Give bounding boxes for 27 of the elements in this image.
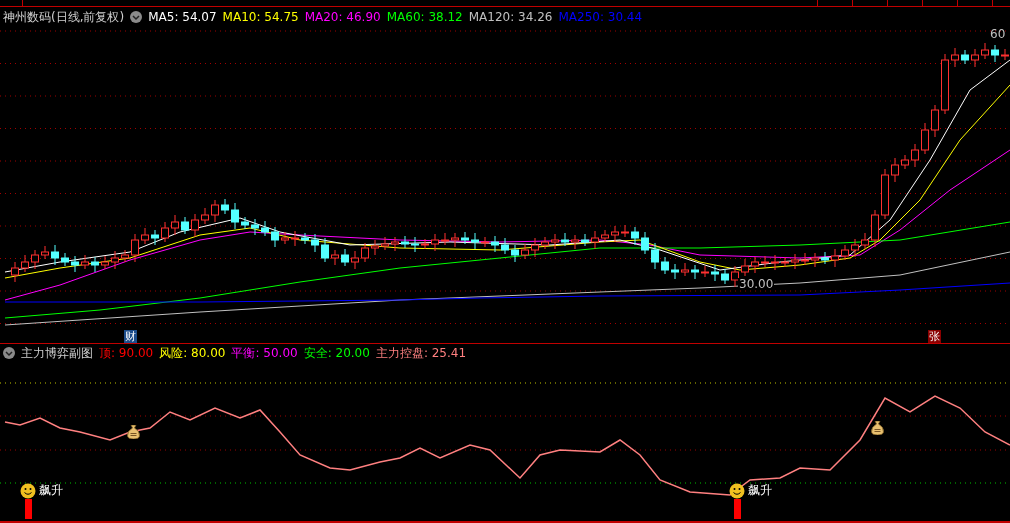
indicator-value: MA250: 30.44 bbox=[558, 9, 643, 26]
chevron-down-icon[interactable] bbox=[130, 11, 143, 23]
indicator-value: 平衡: 50.00 bbox=[231, 345, 298, 362]
chart-title: 神州数码(日线,前复权) bbox=[3, 9, 125, 26]
indicator-value: MA10: 54.75 bbox=[222, 9, 299, 26]
signal-bar bbox=[733, 499, 741, 519]
indicator-value: MA60: 38.12 bbox=[386, 9, 463, 26]
signal-label: 飙升 bbox=[748, 483, 772, 497]
indicator-value: 顶: 90.00 bbox=[99, 345, 154, 362]
indicator-value: MA20: 46.90 bbox=[304, 9, 381, 26]
smiley-icon bbox=[20, 483, 36, 499]
signal-label: 飙升 bbox=[39, 483, 63, 497]
indicator-value: MA120: 34.26 bbox=[468, 9, 553, 26]
indicator-value: 安全: 20.00 bbox=[303, 345, 370, 362]
panel-title: 主力博弈副图 bbox=[21, 345, 93, 362]
money-bag-icon bbox=[127, 425, 140, 439]
money-bag-icon bbox=[871, 421, 884, 435]
signal-bar bbox=[24, 499, 32, 519]
indicator-value: 主力控盘: 25.41 bbox=[375, 345, 467, 362]
indicator-value: 风险: 80.00 bbox=[159, 345, 226, 362]
event-tag[interactable]: 张 bbox=[928, 330, 941, 343]
price-label: 30.00 bbox=[738, 278, 775, 290]
chevron-down-icon[interactable] bbox=[3, 347, 15, 359]
indicator-value: MA5: 54.07 bbox=[148, 9, 217, 26]
smiley-icon bbox=[729, 483, 745, 499]
event-tag[interactable]: 财 bbox=[124, 330, 137, 343]
price-label: 60 bbox=[990, 28, 1006, 40]
